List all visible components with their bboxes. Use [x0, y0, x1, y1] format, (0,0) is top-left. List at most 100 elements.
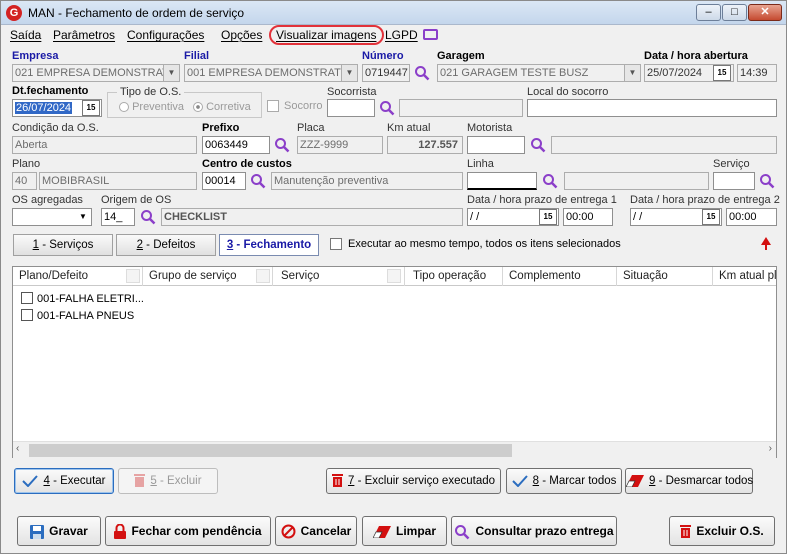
app-logo-icon: G — [6, 5, 22, 21]
socorro-checkbox[interactable] — [267, 100, 279, 112]
limpar-button[interactable]: Limpar — [362, 516, 447, 546]
column-filter-icon[interactable] — [256, 269, 270, 283]
chevron-down-icon[interactable]: ▼ — [624, 65, 640, 81]
empresa-label: Empresa — [12, 50, 59, 62]
chevron-down-icon[interactable]: ▼ — [163, 65, 179, 81]
calendar-icon[interactable]: 15 — [713, 65, 731, 81]
menu-configuracoes[interactable]: Configurações — [127, 28, 204, 42]
row-checkbox[interactable] — [21, 292, 33, 304]
servico-field[interactable] — [713, 172, 755, 190]
main-window: G MAN - Fechamento de ordem de serviço –… — [0, 0, 787, 554]
arrow-up-stem — [765, 244, 767, 250]
monitor-icon[interactable] — [423, 29, 438, 40]
prefixo-label: Prefixo — [202, 122, 240, 134]
hora-abertura-field[interactable]: 14:39 — [737, 64, 777, 82]
origem-cod-field[interactable]: 14_ — [101, 208, 135, 226]
excluir-servico-executado-button[interactable]: 7 - Excluir serviço executado — [326, 468, 501, 494]
executar-button[interactable]: 4 - Executar — [14, 468, 114, 494]
column-header[interactable]: Tipo operação — [407, 267, 503, 286]
chevron-right-icon[interactable]: › — [769, 443, 772, 454]
local-socorro-field[interactable] — [527, 99, 777, 117]
check-icon — [22, 475, 39, 487]
os-agregadas-select[interactable]: ▼ — [12, 208, 92, 226]
search-icon[interactable] — [759, 173, 775, 189]
desmarcar-todos-button[interactable]: 9 - Desmarcar todos — [625, 468, 753, 494]
menu-parametros[interactable]: Parâmetros — [53, 28, 115, 42]
garagem-label: Garagem — [437, 50, 485, 62]
search-icon[interactable] — [379, 100, 395, 116]
check-icon — [511, 475, 528, 487]
numero-field[interactable]: 0719447 — [362, 64, 410, 82]
tab-servicos[interactable]: 1 - Serviços — [13, 234, 113, 256]
search-icon[interactable] — [414, 65, 430, 81]
linha-field[interactable] — [467, 172, 537, 190]
marcar-todos-button[interactable]: 8 - Marcar todos — [506, 468, 622, 494]
table-row[interactable]: 001-FALHA ELETRI... — [21, 292, 144, 305]
services-grid[interactable]: Plano/Defeito Grupo de serviço Serviço T… — [12, 266, 777, 458]
empresa-select[interactable]: 021 EMPRESA DEMONSTRATIVA ▼ — [12, 64, 180, 82]
corretiva-radio[interactable]: Corretiva — [193, 101, 251, 113]
table-row[interactable]: 001-FALHA PNEUS — [21, 309, 134, 322]
executar-mesmo-tempo-label: Executar ao mesmo tempo, todos os itens … — [348, 238, 621, 250]
excluir-button[interactable]: 5 - Excluir — [118, 468, 218, 494]
preventiva-radio[interactable]: Preventiva — [119, 101, 184, 113]
grid-header: Plano/Defeito Grupo de serviço Serviço T… — [13, 267, 776, 286]
eraser-icon — [372, 525, 391, 538]
maximize-button[interactable]: □ — [722, 4, 747, 21]
excluir-os-button[interactable]: Excluir O.S. — [669, 516, 775, 546]
window-title: MAN - Fechamento de ordem de serviço — [28, 6, 245, 20]
prazo1-hora-field[interactable]: 00:00 — [563, 208, 613, 226]
socorrista-field[interactable] — [327, 99, 375, 117]
cancelar-button[interactable]: Cancelar — [275, 516, 357, 546]
prazo2-hora-field[interactable]: 00:00 — [726, 208, 777, 226]
tab-defeitos[interactable]: 2 - Defeitos — [116, 234, 216, 256]
consultar-prazo-entrega-button[interactable]: Consultar prazo entrega — [451, 516, 617, 546]
menu-visualizar-imagens[interactable]: Visualizar imagens — [269, 25, 384, 45]
chevron-left-icon[interactable]: ‹ — [16, 443, 19, 454]
column-header[interactable]: Km atual pla — [713, 267, 776, 286]
chevron-down-icon[interactable]: ▼ — [341, 65, 357, 81]
local-socorro-label: Local do socorro — [527, 86, 609, 98]
search-icon[interactable] — [542, 173, 558, 189]
calendar-icon[interactable]: 15 — [539, 209, 557, 225]
column-header[interactable]: Grupo de serviço — [143, 267, 273, 286]
gravar-button[interactable]: Gravar — [17, 516, 101, 546]
filial-select[interactable]: 001 EMPRESA DEMONSTRATIVA ▼ — [184, 64, 358, 82]
column-header[interactable]: Serviço — [275, 267, 405, 286]
scrollbar-thumb[interactable] — [29, 444, 512, 457]
plano-nome-field: MOBIBRASIL — [39, 172, 197, 190]
garagem-select[interactable]: 021 GARAGEM TESTE BUSZ ▼ — [437, 64, 641, 82]
column-filter-icon[interactable] — [126, 269, 140, 283]
close-button[interactable]: ✕ — [748, 4, 782, 21]
row-checkbox[interactable] — [21, 309, 33, 321]
calendar-icon[interactable]: 15 — [702, 209, 720, 225]
dt-fechamento-label: Dt.fechamento — [12, 85, 89, 97]
menu-saida[interactable]: Saída — [10, 28, 41, 42]
search-icon[interactable] — [274, 137, 290, 153]
executar-mesmo-tempo-checkbox[interactable] — [330, 238, 342, 250]
fechar-com-pendencia-button[interactable]: Fechar com pendência — [105, 516, 271, 546]
column-header[interactable]: Complemento — [503, 267, 617, 286]
search-icon[interactable] — [250, 173, 266, 189]
horizontal-scrollbar[interactable]: ‹ › — [13, 441, 776, 458]
motorista-nome-field — [551, 136, 777, 154]
search-icon[interactable] — [140, 209, 156, 225]
cancel-icon — [281, 524, 296, 539]
tipo-os-label: Tipo de O.S. — [117, 86, 185, 98]
search-icon[interactable] — [530, 137, 546, 153]
column-header[interactable]: Situação — [617, 267, 713, 286]
prefixo-field[interactable]: 0063449 — [202, 136, 270, 154]
condicao-label: Condição da O.S. — [12, 122, 99, 134]
motorista-field[interactable] — [467, 136, 525, 154]
column-filter-icon[interactable] — [387, 269, 401, 283]
calendar-icon[interactable]: 15 — [82, 100, 100, 116]
column-header[interactable]: Plano/Defeito — [13, 267, 143, 286]
chevron-down-icon[interactable]: ▼ — [75, 209, 91, 225]
centro-cod-field[interactable]: 00014 — [202, 172, 246, 190]
prazo2-label: Data / hora prazo de entrega 2 — [630, 194, 780, 206]
menu-opcoes[interactable]: Opções — [221, 28, 262, 42]
menu-lgpd[interactable]: LGPD — [385, 28, 418, 42]
minimize-button[interactable]: – — [696, 4, 721, 21]
tab-fechamento[interactable]: 3 - Fechamento — [219, 234, 319, 256]
km-atual-field: 127.557 — [387, 136, 463, 154]
